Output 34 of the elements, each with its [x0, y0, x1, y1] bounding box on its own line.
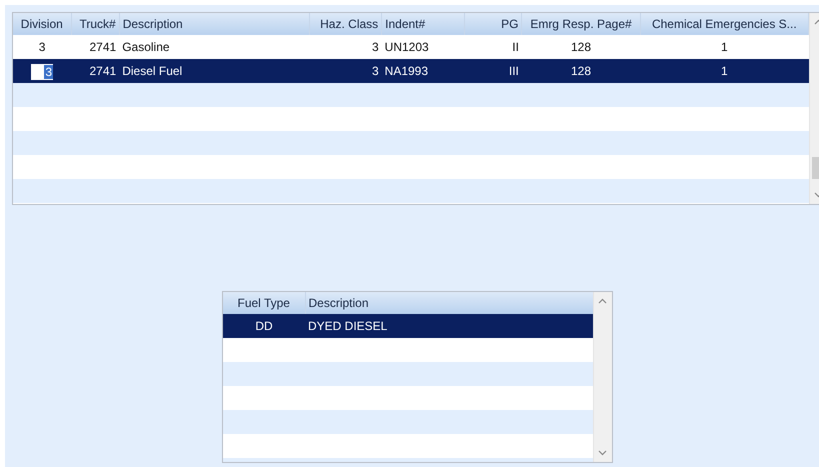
table-cell: UN1203 [382, 35, 465, 59]
table-row[interactable]: 3 2741 Diesel Fuel 3 NA1993 III 128 1 [13, 59, 808, 83]
table-cell: 1 [640, 59, 808, 83]
table-cell: 2741 [71, 35, 120, 59]
table-cell: III [464, 59, 522, 83]
column-header[interactable]: Chemical Emergencies S... [640, 13, 808, 35]
column-header[interactable]: PG [464, 13, 522, 35]
table-cell: 3 [310, 35, 382, 59]
table-cell: 2741 [71, 59, 120, 83]
table-cell: Diesel Fuel [119, 59, 310, 83]
column-header[interactable]: Emrg Resp. Page# [522, 13, 640, 35]
table-cell: 1 [640, 35, 808, 59]
column-header[interactable]: Division [13, 13, 72, 35]
column-header[interactable]: Description [305, 292, 593, 314]
table-cell: 128 [522, 59, 640, 83]
table-row[interactable]: DD DYED DIESEL [223, 314, 593, 338]
edit-field[interactable]: 3 [31, 64, 54, 80]
table-cell: 3 [310, 59, 382, 83]
table-cell: 3 [13, 35, 72, 59]
table-cell: II [464, 35, 522, 59]
column-header[interactable]: Haz. Class [310, 13, 382, 35]
table-cell: DD [223, 314, 305, 338]
scroll-up-icon[interactable] [598, 298, 607, 304]
scroll-down-icon[interactable] [598, 450, 607, 456]
column-header[interactable]: Description [119, 13, 310, 35]
scrollbar[interactable] [593, 292, 612, 462]
table-row[interactable]: 3 2741 Gasoline 3 UN1203 II 128 1 [13, 35, 808, 59]
column-header[interactable]: Indent# [382, 13, 465, 35]
table-cell: Gasoline [119, 35, 310, 59]
table-cell: 128 [522, 35, 640, 59]
column-header[interactable]: Truck# [71, 13, 120, 35]
column-header[interactable]: Fuel Type [223, 292, 305, 314]
table-cell: NA1993 [382, 59, 465, 83]
table-cell: DYED DIESEL [305, 314, 593, 338]
